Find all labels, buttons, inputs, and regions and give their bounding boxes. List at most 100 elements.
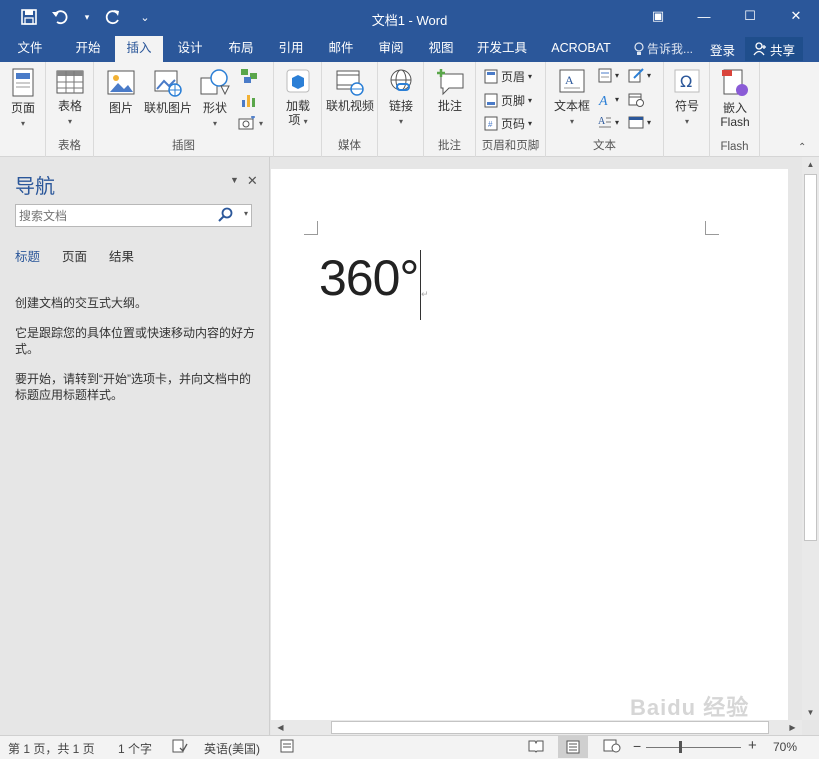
status-bar: 第 1 页，共 1 页 1 个字 英语(美国) − + 70%	[0, 735, 819, 759]
object-button[interactable]: ▾	[628, 115, 651, 130]
group-label-flash: Flash	[720, 141, 749, 153]
chevron-down-icon: ▾	[528, 72, 533, 81]
link-icon	[390, 69, 412, 91]
nav-search-input[interactable]	[16, 205, 211, 226]
vertical-scrollbar[interactable]: ▲ ▼	[802, 157, 819, 720]
chevron-down-icon: ▾	[398, 117, 403, 126]
tab-design[interactable]: 设计	[167, 36, 213, 62]
footer-button[interactable]: 页脚 ▾	[484, 92, 532, 109]
nav-tab-headings[interactable]: 标题	[15, 246, 40, 265]
web-layout-icon[interactable]	[603, 739, 621, 756]
shapes-button[interactable]: 形状 ▾	[196, 68, 234, 131]
collapse-ribbon-icon[interactable]: ⌃	[798, 142, 806, 153]
ribbon-display-options-icon[interactable]: ▣	[635, 0, 681, 32]
zoom-slider-track[interactable]	[646, 747, 741, 748]
date-time-button[interactable]	[628, 92, 644, 107]
proofing-icon[interactable]	[172, 739, 188, 756]
nav-pane-controls: ▼ ✕	[230, 173, 258, 189]
tab-references[interactable]: 引用	[268, 36, 314, 62]
read-mode-icon[interactable]	[528, 739, 544, 756]
close-button[interactable]: ✕	[773, 0, 819, 32]
comment-button[interactable]: 批注	[432, 68, 468, 113]
signature-line-button[interactable]: ▾	[628, 68, 651, 83]
sign-in-link[interactable]: 登录	[710, 40, 735, 59]
search-icon[interactable]	[218, 207, 233, 225]
scroll-right-arrow[interactable]: ▶	[785, 720, 800, 735]
svg-text:A: A	[565, 73, 574, 87]
shapes-label: 形状	[202, 101, 227, 115]
maximize-button[interactable]: ☐	[727, 0, 773, 32]
footer-label: 页脚	[501, 94, 526, 108]
print-layout-icon[interactable]	[558, 736, 588, 758]
document-area: 360° ↵ ▲ ▼ ◀ ▶	[271, 157, 819, 735]
screenshot-button[interactable]: ▾	[238, 116, 263, 130]
scroll-left-arrow[interactable]: ◀	[273, 720, 288, 735]
zoom-level[interactable]: 70%	[773, 740, 797, 754]
tab-file[interactable]: 文件	[6, 36, 54, 62]
embed-flash-button[interactable]: 嵌入 Flash	[716, 68, 754, 129]
tab-home[interactable]: 开始	[62, 36, 114, 62]
nav-search-box[interactable]: ▾	[15, 204, 252, 227]
online-picture-icon	[154, 70, 182, 97]
chart-button[interactable]	[240, 92, 258, 108]
pane-options-icon[interactable]: ▼	[230, 173, 239, 189]
group-comments: 批注 批注	[424, 62, 476, 157]
person-icon	[753, 42, 766, 56]
store-icon	[286, 69, 310, 93]
quick-parts-button[interactable]: ▾	[598, 68, 619, 83]
page-number-icon: #	[484, 116, 498, 131]
online-video-button[interactable]: 联机视频	[324, 68, 376, 113]
wordart-button[interactable]: A ▾	[598, 92, 619, 107]
macro-record-icon[interactable]	[280, 739, 294, 756]
pages-button[interactable]: 页面 ▾	[6, 68, 40, 131]
scroll-down-arrow[interactable]: ▼	[802, 705, 819, 720]
scroll-up-arrow[interactable]: ▲	[802, 157, 819, 172]
tab-acrobat[interactable]: ACROBAT	[544, 36, 618, 62]
group-label-illustrations: 插图	[172, 140, 195, 152]
tab-review[interactable]: 审阅	[368, 36, 414, 62]
language-indicator[interactable]: 英语(美国)	[204, 740, 260, 757]
online-picture-button[interactable]: 联机图片	[142, 68, 194, 115]
symbol-button[interactable]: Ω 符号 ▾	[670, 68, 704, 129]
vertical-scroll-thumb[interactable]	[804, 174, 817, 541]
group-label-media: 媒体	[338, 140, 361, 152]
tab-developer[interactable]: 开发工具	[470, 36, 534, 62]
zoom-out-button[interactable]: −	[633, 738, 641, 754]
header-icon	[484, 69, 498, 84]
nav-tab-results[interactable]: 结果	[109, 246, 134, 265]
smartart-button[interactable]	[240, 68, 258, 84]
zoom-slider-thumb[interactable]	[679, 741, 682, 753]
search-options-icon[interactable]: ▾	[244, 209, 248, 218]
textbox-button[interactable]: A 文本框 ▾	[550, 68, 594, 129]
word-count[interactable]: 1 个字	[118, 740, 152, 757]
page-number-button[interactable]: # 页码 ▾	[484, 115, 532, 132]
nav-tab-pages[interactable]: 页面	[62, 246, 87, 265]
zoom-in-button[interactable]: +	[748, 737, 757, 754]
drop-cap-button[interactable]: A ▾	[598, 115, 619, 130]
share-button[interactable]: 共享	[745, 37, 803, 61]
group-label-header-footer: 页眉和页脚	[481, 140, 540, 152]
crop-mark-top-right	[705, 221, 719, 235]
picture-button[interactable]: 图片	[102, 68, 140, 115]
minimize-button[interactable]: —	[681, 0, 727, 32]
symbol-label: 符号	[674, 99, 699, 113]
horizontal-scroll-thumb[interactable]	[331, 721, 769, 734]
tab-layout[interactable]: 布局	[218, 36, 264, 62]
omega-icon: Ω	[674, 69, 700, 93]
tell-me-box[interactable]: 告诉我...	[634, 40, 693, 57]
group-header-footer: 页眉 ▾ 页脚 ▾ # 页码 ▾ 页眉和页脚	[476, 62, 546, 157]
addins-button[interactable]: 加载 项 ▾	[280, 68, 316, 129]
document-page[interactable]: 360° ↵	[271, 169, 788, 720]
links-button[interactable]: 链接 ▾	[384, 68, 418, 129]
tab-mailings[interactable]: 邮件	[318, 36, 364, 62]
chevron-down-icon: ▾	[615, 95, 620, 104]
tab-view[interactable]: 视图	[418, 36, 464, 62]
page-count[interactable]: 第 1 页，共 1 页	[8, 740, 95, 757]
header-button[interactable]: 页眉 ▾	[484, 68, 532, 85]
picture-label: 图片	[108, 101, 133, 115]
close-pane-icon[interactable]: ✕	[247, 173, 258, 189]
document-text[interactable]: 360°	[319, 249, 419, 307]
table-button[interactable]: 表格 ▾	[52, 68, 88, 129]
horizontal-scrollbar[interactable]: ◀ ▶	[271, 720, 802, 735]
tab-insert[interactable]: 插入	[115, 36, 163, 62]
